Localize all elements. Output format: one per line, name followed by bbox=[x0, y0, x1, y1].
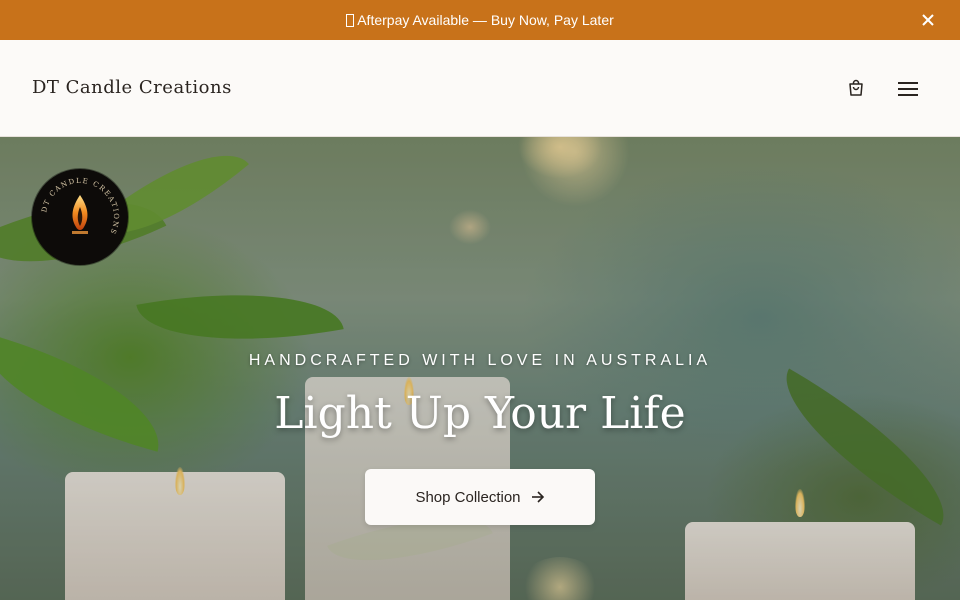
announcement-text: Afterpay Available — Buy Now, Pay Later bbox=[357, 12, 614, 28]
shop-collection-button[interactable]: Shop Collection bbox=[365, 469, 595, 525]
hero-headline: Light Up Your Life bbox=[274, 388, 686, 439]
brand-logo: DT CANDLE CREATIONS bbox=[40, 177, 118, 236]
cart-icon[interactable] bbox=[846, 78, 866, 98]
brand-name[interactable]: DT Candle Creations bbox=[32, 77, 232, 98]
arrow-right-icon bbox=[531, 491, 544, 503]
brand-logo-badge[interactable]: DT CANDLE CREATIONS bbox=[32, 169, 128, 265]
close-icon[interactable] bbox=[918, 10, 938, 30]
shop-collection-label: Shop Collection bbox=[415, 488, 521, 506]
menu-icon[interactable] bbox=[896, 78, 920, 100]
site-header: DT Candle Creations bbox=[0, 40, 960, 137]
announcement-bar: Afterpay Available — Buy Now, Pay Later bbox=[0, 0, 960, 40]
hero-kicker: HANDCRAFTED WITH LOVE IN AUSTRALIA bbox=[248, 352, 712, 369]
afterpay-icon bbox=[346, 13, 355, 27]
